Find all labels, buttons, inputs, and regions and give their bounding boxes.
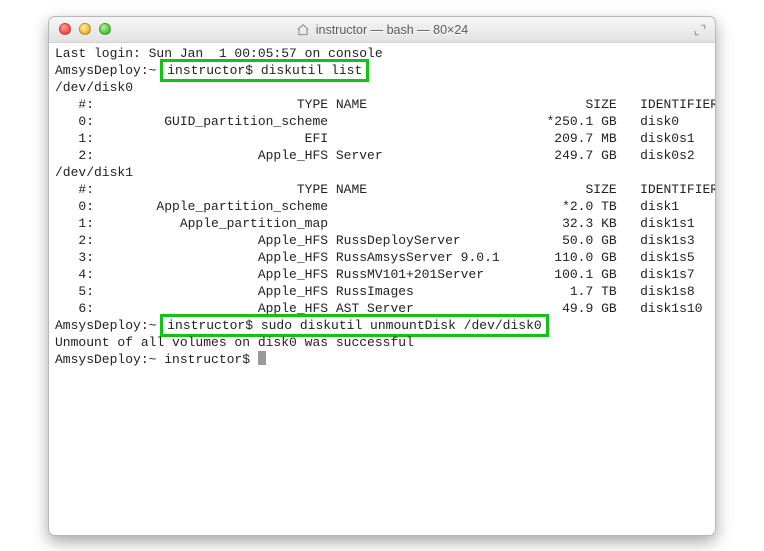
prompt-line: AmsysDeploy:~ instructor$: [55, 351, 709, 368]
table-header: #: TYPE NAME SIZE IDENTIFIER: [55, 96, 709, 113]
fullscreen-icon[interactable]: [693, 23, 707, 37]
table-row: 3: Apple_HFS RussAmsysServer 9.0.1 110.0…: [55, 249, 709, 266]
window-title-group: instructor — bash — 80×24: [296, 23, 469, 37]
table-row: 2: Apple_HFS Server 249.7 GB disk0s2: [55, 147, 709, 164]
traffic-lights: [59, 23, 111, 35]
prompt-line: AmsysDeploy:~ instructor$ sudo diskutil …: [55, 317, 709, 334]
prompt-line: AmsysDeploy:~ instructor$ diskutil list: [55, 62, 709, 79]
table-header: #: TYPE NAME SIZE IDENTIFIER: [55, 181, 709, 198]
terminal-output[interactable]: Last login: Sun Jan 1 00:05:57 on consol…: [49, 43, 715, 374]
home-icon: [296, 23, 310, 37]
close-icon[interactable]: [59, 23, 71, 35]
table-row: 1: EFI 209.7 MB disk0s1: [55, 130, 709, 147]
table-row: 4: Apple_HFS RussMV101+201Server 100.1 G…: [55, 266, 709, 283]
dev-path: /dev/disk0: [55, 79, 709, 96]
cursor-block: [258, 351, 266, 365]
last-login: Last login: Sun Jan 1 00:05:57 on consol…: [55, 45, 709, 62]
table-row: 0: Apple_partition_scheme *2.0 TB disk1: [55, 198, 709, 215]
window-title: instructor — bash — 80×24: [316, 23, 469, 37]
table-row: 2: Apple_HFS RussDeployServer 50.0 GB di…: [55, 232, 709, 249]
minimize-icon[interactable]: [79, 23, 91, 35]
dev-path: /dev/disk1: [55, 164, 709, 181]
titlebar[interactable]: instructor — bash — 80×24: [49, 17, 715, 43]
table-row: 0: GUID_partition_scheme *250.1 GB disk0: [55, 113, 709, 130]
result-line: Unmount of all volumes on disk0 was succ…: [55, 334, 709, 351]
table-row: 1: Apple_partition_map 32.3 KB disk1s1: [55, 215, 709, 232]
terminal-window: instructor — bash — 80×24 Last login: Su…: [48, 16, 716, 536]
zoom-icon[interactable]: [99, 23, 111, 35]
table-row: 5: Apple_HFS RussImages 1.7 TB disk1s8: [55, 283, 709, 300]
highlight-cmd-1: instructor$ diskutil list: [160, 59, 369, 82]
